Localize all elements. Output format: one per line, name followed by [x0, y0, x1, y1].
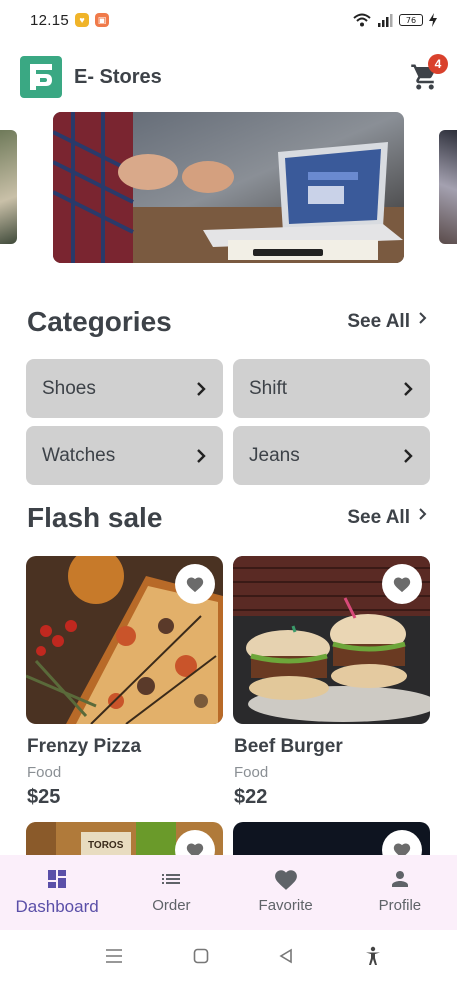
dashboard-icon — [48, 870, 67, 888]
nav-label: Profile — [378, 897, 422, 914]
carousel-main-slide[interactable] — [53, 112, 404, 263]
categories-heading: Categories — [27, 306, 172, 337]
app-title: E- Stores — [74, 65, 162, 88]
see-all-label: See All — [347, 311, 410, 332]
chevron-right-icon — [197, 448, 206, 463]
status-time: 12.15 — [30, 11, 70, 29]
heart-icon — [186, 577, 204, 593]
flash-sale-header: Flash sale See All — [27, 502, 427, 534]
flash-sale-heading: Flash sale — [27, 502, 163, 533]
category-label: Shoes — [42, 377, 96, 399]
bottom-navigation: Dashboard Order Favorite Profile — [0, 855, 457, 930]
heart-icon — [393, 577, 411, 593]
nav-item-order[interactable]: Order — [114, 855, 228, 930]
carousel-prev-slide[interactable] — [0, 130, 17, 244]
wifi-icon — [353, 13, 371, 27]
charging-icon — [429, 13, 437, 27]
nav-label: Favorite — [258, 897, 313, 914]
person-icon — [391, 871, 408, 887]
product-card-image[interactable] — [233, 556, 430, 724]
flash-sale-see-all-button[interactable]: See All — [347, 507, 427, 529]
product-price: $22 — [234, 786, 268, 808]
notification-shop-icon: ▣ — [95, 13, 110, 27]
product-category: Food — [234, 764, 269, 781]
chevron-right-icon — [419, 508, 427, 520]
system-navigation-bar — [0, 930, 457, 982]
chevron-right-icon — [197, 381, 206, 396]
banner-image — [53, 112, 404, 263]
accessibility-icon[interactable] — [364, 946, 382, 966]
menu-icon[interactable] — [105, 948, 123, 964]
signal-icon — [378, 14, 393, 27]
chevron-right-icon — [404, 448, 413, 463]
battery-indicator: 76 — [399, 14, 423, 26]
product-name: Frenzy Pizza — [27, 736, 142, 757]
list-icon — [162, 874, 181, 884]
product-price: $25 — [27, 786, 61, 808]
category-shift[interactable]: Shift — [233, 359, 430, 418]
chevron-right-icon — [404, 381, 413, 396]
category-label: Shift — [249, 377, 288, 399]
back-triangle-icon[interactable] — [278, 948, 294, 964]
favorite-button[interactable] — [175, 564, 215, 604]
categories-see-all-button[interactable]: See All — [347, 311, 427, 333]
favorite-button[interactable] — [382, 564, 422, 604]
category-shoes[interactable]: Shoes — [26, 359, 223, 418]
heart-icon — [274, 870, 297, 890]
nav-item-favorite[interactable]: Favorite — [229, 855, 343, 930]
product-card-image[interactable] — [26, 556, 223, 724]
banner-carousel[interactable] — [0, 112, 457, 264]
cart-button[interactable]: 4 — [410, 54, 448, 92]
product-name: Beef Burger — [234, 736, 343, 757]
nav-item-profile[interactable]: Profile — [343, 855, 457, 930]
notification-app-icon: ♥ — [75, 13, 90, 27]
product-category: Food — [27, 764, 62, 781]
nav-label: Order — [152, 897, 191, 914]
see-all-label: See All — [347, 507, 410, 528]
carousel-next-slide[interactable] — [439, 130, 457, 244]
category-label: Watches — [42, 444, 116, 466]
cart-count-badge: 4 — [428, 54, 448, 74]
drink-label: TOROS — [88, 840, 124, 851]
category-label: Jeans — [249, 444, 300, 466]
nav-item-dashboard[interactable]: Dashboard — [0, 855, 114, 930]
status-bar: 12.15 ♥ ▣ 76 — [0, 0, 457, 40]
category-watches[interactable]: Watches — [26, 426, 223, 485]
chevron-right-icon — [419, 312, 427, 324]
category-jeans[interactable]: Jeans — [233, 426, 430, 485]
categories-header: Categories See All — [27, 306, 427, 338]
app-bar: E- Stores 4 — [20, 54, 450, 98]
home-square-icon[interactable] — [193, 948, 209, 964]
brand-logo — [20, 56, 62, 98]
nav-label: Dashboard — [15, 897, 99, 916]
